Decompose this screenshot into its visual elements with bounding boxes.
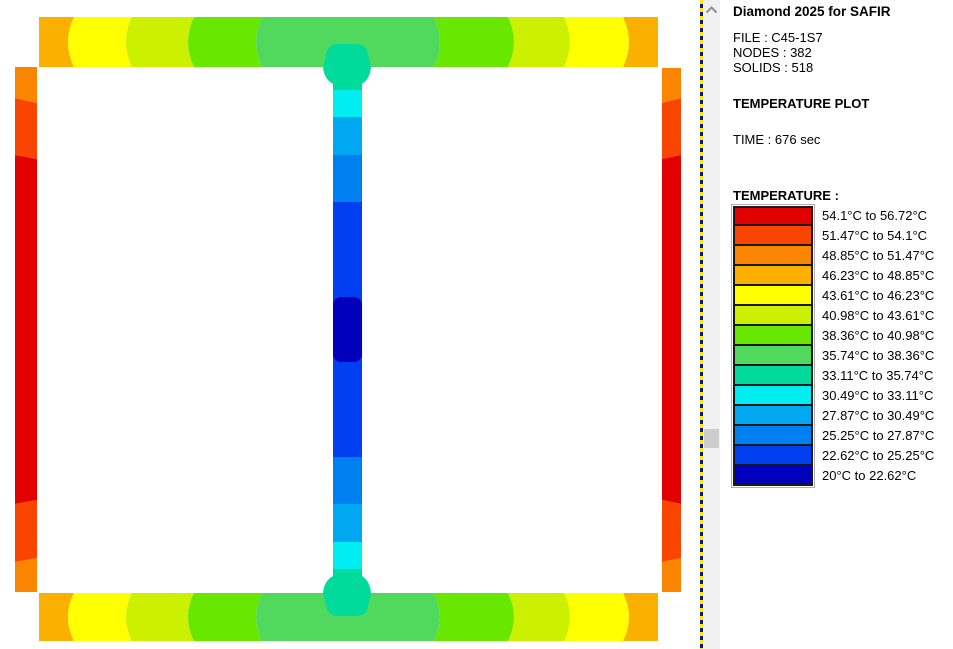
legend-row: 54.1°C to 56.72°C <box>733 206 953 226</box>
legend-range-label: 27.87°C to 30.49°C <box>813 406 934 426</box>
info-panel: Diamond 2025 for SAFIR FILE : C45-1S7 NO… <box>720 0 953 649</box>
app-window: Diamond 2025 for SAFIR FILE : C45-1S7 NO… <box>0 0 953 649</box>
legend-color-swatch <box>733 364 813 386</box>
legend-row: 51.47°C to 54.1°C <box>733 226 953 246</box>
legend-color-swatch <box>733 264 813 286</box>
legend-range-label: 30.49°C to 33.11°C <box>813 386 933 406</box>
left-side-plate <box>15 67 37 592</box>
web-coldest-zone <box>333 297 362 362</box>
legend-color-swatch <box>733 304 813 326</box>
web <box>333 67 362 593</box>
legend-row: 25.25°C to 27.87°C <box>733 426 953 446</box>
temperature-legend: 54.1°C to 56.72°C 51.47°C to 54.1°C 48.8… <box>733 206 953 486</box>
legend-range-label: 20°C to 22.62°C <box>813 466 916 486</box>
legend-color-swatch <box>733 224 813 246</box>
legend-color-swatch <box>733 464 813 486</box>
legend-color-swatch <box>733 324 813 346</box>
legend-row: 33.11°C to 35.74°C <box>733 366 953 386</box>
legend-range-label: 35.74°C to 38.36°C <box>813 346 934 366</box>
legend-color-swatch <box>733 344 813 366</box>
legend-range-label: 40.98°C to 43.61°C <box>813 306 934 326</box>
legend-color-swatch <box>733 424 813 446</box>
right-side-plate <box>662 68 681 592</box>
legend-color-swatch <box>733 444 813 466</box>
time-label: TIME : 676 sec <box>733 132 953 147</box>
legend-range-label: 25.25°C to 27.87°C <box>813 426 934 446</box>
legend-color-swatch <box>733 404 813 426</box>
legend-color-swatch <box>733 206 813 226</box>
legend-range-label: 46.23°C to 48.85°C <box>813 266 934 286</box>
app-title: Diamond 2025 for SAFIR <box>733 4 953 19</box>
legend-row: 35.74°C to 38.36°C <box>733 346 953 366</box>
scrollbar-thumb[interactable] <box>704 429 719 448</box>
scrollbar-up-button[interactable] <box>703 2 720 17</box>
legend-row: 40.98°C to 43.61°C <box>733 306 953 326</box>
plot-viewport[interactable] <box>0 0 700 649</box>
legend-range-label: 48.85°C to 51.47°C <box>813 246 934 266</box>
legend-row: 22.62°C to 25.25°C <box>733 446 953 466</box>
legend-range-label: 38.36°C to 40.98°C <box>813 326 934 346</box>
legend-row: 43.61°C to 46.23°C <box>733 286 953 306</box>
legend-range-label: 33.11°C to 35.74°C <box>813 366 933 386</box>
legend-range-label: 54.1°C to 56.72°C <box>813 206 927 226</box>
nodes-info: NODES : 382 <box>733 45 953 60</box>
legend-rows: 54.1°C to 56.72°C 51.47°C to 54.1°C 48.8… <box>733 206 953 486</box>
legend-range-label: 22.62°C to 25.25°C <box>813 446 934 466</box>
plot-type-label: TEMPERATURE PLOT <box>733 96 953 111</box>
legend-color-swatch <box>733 284 813 306</box>
file-info: FILE : C45-1S7 <box>733 30 953 45</box>
legend-row: 27.87°C to 30.49°C <box>733 406 953 426</box>
legend-row: 20°C to 22.62°C <box>733 466 953 486</box>
legend-row: 48.85°C to 51.47°C <box>733 246 953 266</box>
chevron-up-icon <box>705 6 718 14</box>
section-contour-plot <box>0 0 700 649</box>
legend-color-swatch <box>733 244 813 266</box>
legend-row: 46.23°C to 48.85°C <box>733 266 953 286</box>
legend-row: 38.36°C to 40.98°C <box>733 326 953 346</box>
legend-color-swatch <box>733 384 813 406</box>
solids-info: SOLIDS : 518 <box>733 60 953 75</box>
legend-row: 30.49°C to 33.11°C <box>733 386 953 406</box>
legend-title: TEMPERATURE : <box>733 188 953 203</box>
legend-range-label: 51.47°C to 54.1°C <box>813 226 927 246</box>
legend-range-label: 43.61°C to 46.23°C <box>813 286 934 306</box>
panel-scrollbar[interactable] <box>703 0 720 649</box>
